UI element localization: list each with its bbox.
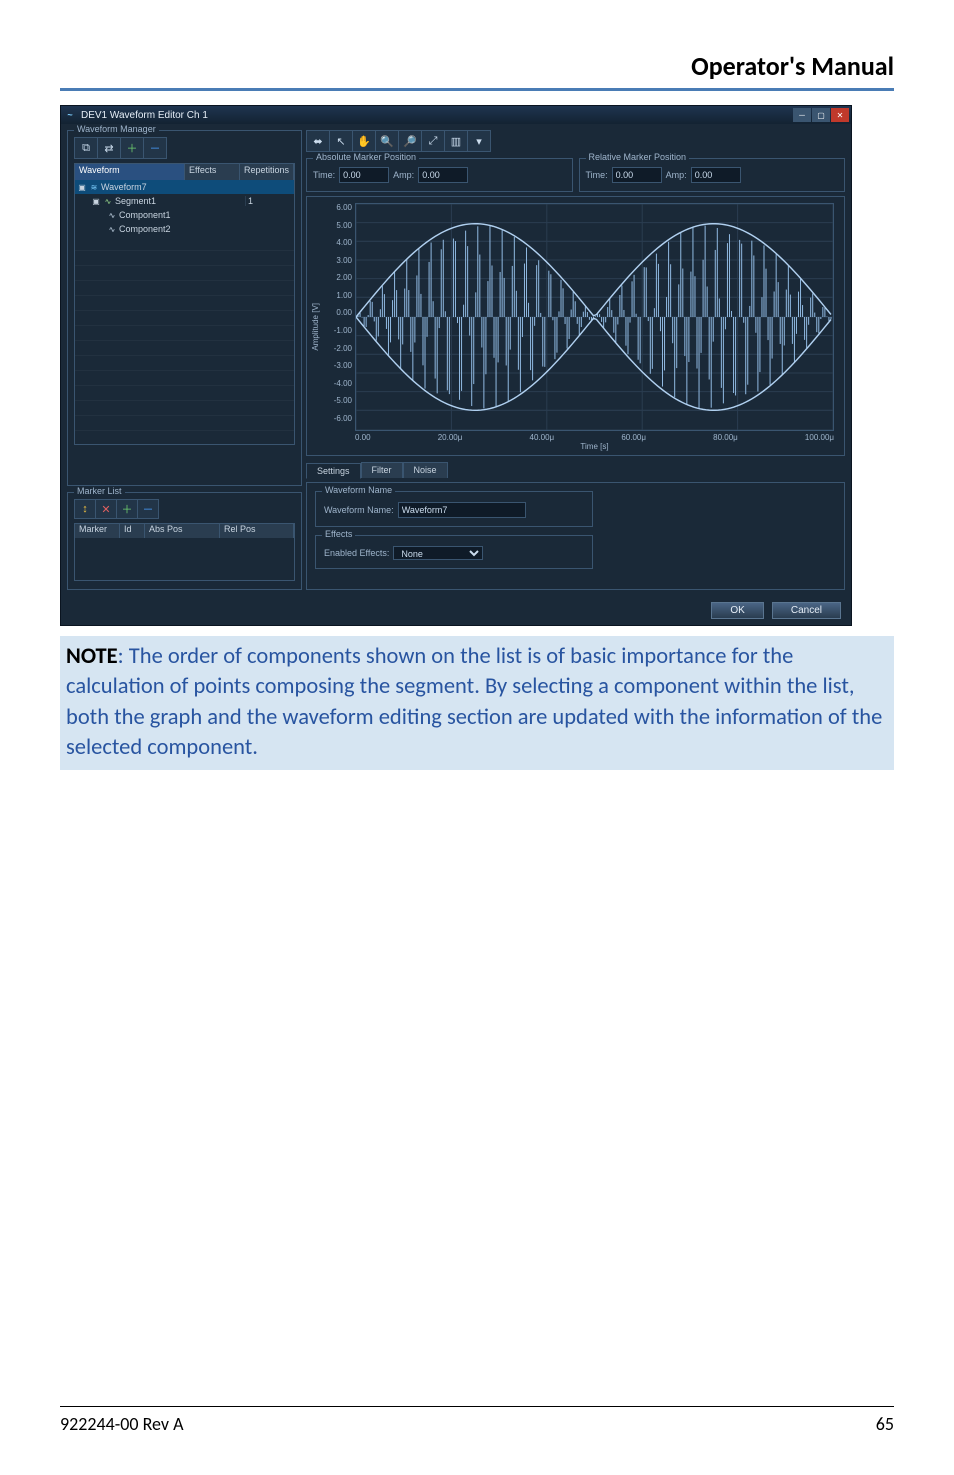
waveform-name-group: Waveform Name Waveform Name:	[315, 491, 593, 527]
tree-label: Waveform7	[101, 182, 147, 192]
note-text: : The order of components shown on the l…	[66, 643, 882, 761]
time-label: Time:	[586, 170, 608, 180]
rel-amp-input[interactable]	[691, 167, 741, 183]
marker-toolbar: ↕ ✕ ＋ －	[74, 499, 159, 519]
relative-marker-group: Relative Marker Position Time: Amp:	[579, 158, 846, 192]
hand-icon[interactable]: ✋	[353, 131, 376, 151]
waveform-icon: ≋	[89, 182, 99, 192]
copy-icon[interactable]: ⧉	[75, 138, 98, 158]
plot-canvas[interactable]	[355, 203, 834, 431]
settings-tabs: Settings Filter Noise	[306, 462, 845, 478]
effects-select[interactable]: None	[393, 546, 483, 560]
note-box: NOTE: The order of components shown on t…	[60, 636, 894, 770]
zoom-in-icon[interactable]: 🔍	[376, 131, 399, 151]
pan-icon[interactable]: ⬌	[307, 131, 330, 151]
marker-header-relpos: Rel Pos	[220, 524, 294, 538]
marker-grid[interactable]: Marker Id Abs Pos Rel Pos	[74, 523, 295, 581]
tree-header-waveform: Waveform	[75, 164, 185, 180]
tree-label: Segment1	[115, 196, 156, 206]
waveform-plot[interactable]: Amplitude [V] 6.005.004.00 3.002.001.00 …	[306, 196, 845, 456]
absolute-marker-title: Absolute Marker Position	[313, 152, 419, 162]
plot-svg	[356, 204, 833, 430]
plot-y-ticks: 6.005.004.00 3.002.001.00 0.00-1.00-2.00…	[322, 203, 355, 423]
tab-settings[interactable]: Settings	[306, 463, 361, 479]
tree-row-component[interactable]: ∿Component1	[75, 208, 294, 222]
marker-header-abspos: Abs Pos	[145, 524, 220, 538]
cancel-button[interactable]: Cancel	[772, 602, 841, 619]
window-titlebar: ~ DEV1 Waveform Editor Ch 1 － ▢ ✕	[61, 106, 851, 124]
tree-header-effects: Effects	[185, 164, 240, 180]
tab-filter[interactable]: Filter	[361, 462, 403, 478]
tree-label: Component2	[119, 224, 171, 234]
component-icon: ∿	[107, 210, 117, 220]
segment-icon: ∿	[103, 196, 113, 206]
tree-label: Component1	[119, 210, 171, 220]
marker-header-id: Id	[120, 524, 145, 538]
footer-rule	[60, 1406, 894, 1407]
plot-x-ticks: 0.0020.00μ40.00μ 60.00μ80.00μ100.00μ	[355, 433, 834, 442]
screenshot-container: ~ DEV1 Waveform Editor Ch 1 － ▢ ✕ Wavefo…	[60, 105, 894, 626]
zoom-out-icon[interactable]: 🔎	[399, 131, 422, 151]
waveform-name-label: Waveform Name:	[324, 505, 394, 515]
tree-header-repetitions: Repetitions	[240, 164, 294, 180]
effects-group: Effects Enabled Effects: None	[315, 535, 593, 569]
waveform-manager-group: Waveform Manager ⧉ ⇄ ＋ － Waveform Effect…	[67, 130, 302, 486]
marker-list-title: Marker List	[74, 486, 125, 496]
plot-x-axis-label: Time [s]	[355, 442, 834, 451]
app-icon: ~	[63, 108, 77, 122]
waveform-name-group-title: Waveform Name	[322, 485, 395, 495]
remove-icon[interactable]: －	[144, 138, 166, 158]
marker-delete-icon[interactable]: ✕	[96, 500, 117, 518]
effects-label: Enabled Effects:	[324, 548, 389, 558]
minimize-button[interactable]: －	[793, 108, 811, 122]
tab-noise[interactable]: Noise	[403, 462, 448, 478]
component-icon: ∿	[107, 224, 117, 234]
link-icon[interactable]: ⇄	[98, 138, 121, 158]
waveform-manager-toolbar: ⧉ ⇄ ＋ －	[74, 137, 167, 159]
amp-label: Amp:	[666, 170, 687, 180]
marker-list-group: Marker List ↕ ✕ ＋ － Marker Id Abs Pos	[67, 492, 302, 590]
plot-y-axis-label: Amplitude [V]	[311, 303, 320, 351]
relative-marker-title: Relative Marker Position	[586, 152, 690, 162]
marker-add-icon[interactable]: ＋	[117, 500, 138, 518]
marker-header-marker: Marker	[75, 524, 120, 538]
tree-row-waveform[interactable]: ▣≋Waveform7	[75, 180, 294, 194]
fit-icon[interactable]: ⤢	[422, 131, 445, 151]
tree-row-component[interactable]: ∿Component2	[75, 222, 294, 236]
page-footer: 922244-00 Rev A 65	[60, 1406, 894, 1435]
rel-time-input[interactable]	[612, 167, 662, 183]
footer-doc-id: 922244-00 Rev A	[60, 1413, 184, 1435]
window-title: DEV1 Waveform Editor Ch 1	[81, 110, 793, 121]
amp-label: Amp:	[393, 170, 414, 180]
abs-amp-input[interactable]	[418, 167, 468, 183]
add-icon[interactable]: ＋	[121, 138, 144, 158]
tab-content-settings: Waveform Name Waveform Name: Effects Ena…	[306, 482, 845, 590]
marker-remove-icon[interactable]: －	[138, 500, 158, 518]
effects-group-title: Effects	[322, 529, 355, 539]
pointer-icon[interactable]: ↖	[330, 131, 353, 151]
footer-page-number: 65	[876, 1413, 894, 1435]
page-header-title: Operator's Manual	[60, 50, 894, 82]
absolute-marker-group: Absolute Marker Position Time: Amp:	[306, 158, 573, 192]
collapse-icon[interactable]: ▣	[77, 182, 87, 192]
marker-move-icon[interactable]: ↕	[75, 500, 96, 518]
maximize-button[interactable]: ▢	[812, 108, 830, 122]
close-button[interactable]: ✕	[831, 108, 849, 122]
plot-toolbar: ⬌ ↖ ✋ 🔍 🔎 ⤢ ▥ ▾	[306, 130, 491, 152]
ok-button[interactable]: OK	[711, 602, 763, 619]
note-label: NOTE	[66, 643, 118, 670]
waveform-tree[interactable]: Waveform Effects Repetitions ▣≋Waveform7	[74, 163, 295, 445]
waveform-name-input[interactable]	[398, 502, 526, 518]
abs-time-input[interactable]	[339, 167, 389, 183]
dropdown-icon[interactable]: ▾	[468, 131, 490, 151]
tree-rep: 1	[245, 196, 294, 206]
waveform-editor-window: ~ DEV1 Waveform Editor Ch 1 － ▢ ✕ Wavefo…	[60, 105, 852, 626]
time-label: Time:	[313, 170, 335, 180]
chart-icon[interactable]: ▥	[445, 131, 468, 151]
tree-row-segment[interactable]: ▣∿Segment1 1	[75, 194, 294, 208]
waveform-manager-title: Waveform Manager	[74, 124, 159, 134]
collapse-icon[interactable]: ▣	[91, 196, 101, 206]
header-rule	[60, 88, 894, 91]
